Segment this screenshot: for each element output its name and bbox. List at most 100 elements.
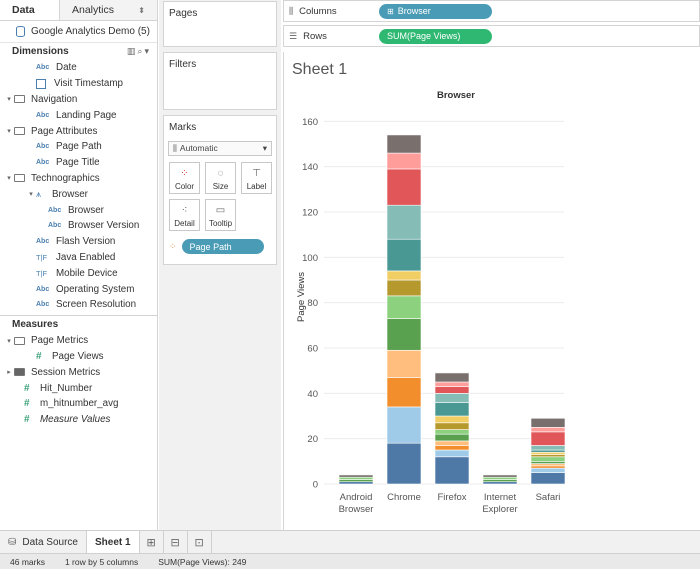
tooltip-button[interactable]: ▭ Tooltip — [205, 199, 236, 231]
folder-icon — [14, 368, 25, 377]
caret-down-icon[interactable]: ▾ — [4, 337, 14, 345]
field-label: Technographics — [31, 172, 100, 184]
view-canvas: Sheet 1 Browser 0 20 40 60 80 100 120 140 160 Page… — [283, 52, 700, 530]
bar-segment — [530, 445, 566, 451]
field-screen-resolution[interactable]: Abc Screen Resolution — [0, 297, 157, 313]
folder-icon — [14, 336, 25, 345]
color-icon: ⁘ — [180, 168, 189, 179]
dimensions-list: Abc Date Visit Timestamp ▾ Navigation Abc Land… — [0, 60, 157, 313]
dimensions-label: Dimensions — [12, 46, 69, 57]
field-page-title[interactable]: Abc Page Title — [0, 155, 157, 171]
field-measure-values[interactable]: # Measure Values — [0, 412, 157, 428]
tab-analytics[interactable]: Analytics ⬍ — [60, 0, 157, 20]
caret-right-icon[interactable]: ▸ — [4, 368, 14, 376]
bar-segment — [434, 415, 470, 424]
field-session-metrics[interactable]: ▸ Session Metrics — [0, 364, 157, 380]
rows-icon: ☰ — [289, 30, 298, 41]
field-m-hitnumber-avg[interactable]: # m_hitnumber_avg — [0, 396, 157, 412]
field-navigation[interactable]: ▾ Navigation — [0, 92, 157, 108]
tab-data[interactable]: Data — [0, 0, 60, 20]
field-page-attributes[interactable]: ▾ Page Attributes — [0, 123, 157, 139]
detail-label: Detail — [174, 219, 195, 228]
field-visit-timestamp[interactable]: Visit Timestamp — [0, 76, 157, 92]
abc-icon: Abc — [48, 206, 62, 214]
new-dashboard-icon[interactable]: ⊟ — [164, 531, 188, 553]
tooltip-label: Tooltip — [208, 219, 233, 228]
caret-down-icon[interactable]: ▾ — [4, 174, 14, 182]
field-label: Flash Version — [56, 236, 116, 248]
bar-segment — [530, 465, 566, 469]
chart-title: Browser — [437, 90, 475, 101]
color-button[interactable]: ⁘ Color — [169, 162, 200, 194]
number-icon: # — [24, 398, 30, 410]
marks-card: Marks ⫼ Automatic ▾ ⁘ Color ◌ Size ⊤ Label ⁖… — [163, 115, 277, 265]
detail-button[interactable]: ⁖ Detail — [169, 199, 200, 231]
caret-down-icon[interactable]: ▾ — [4, 95, 14, 103]
field-label: Landing Page — [56, 109, 117, 121]
bar-segment — [434, 393, 470, 403]
bar-segment — [386, 279, 422, 297]
page-views-pill[interactable]: SUM(Page Views) — [379, 28, 492, 44]
bar-segment — [338, 474, 374, 478]
view-toggle-icon[interactable]: ▥ — [127, 46, 138, 56]
columns-shelf[interactable]: ⫼ Columns ⊞ Browser — [283, 0, 700, 22]
field-label: Date — [56, 62, 77, 74]
abc-icon: Abc — [36, 143, 50, 151]
field-technographics[interactable]: ▾ Technographics — [0, 171, 157, 187]
folder-icon — [14, 95, 25, 104]
expand-arrows-icon[interactable]: ⬍ — [138, 6, 145, 15]
caret-down-icon[interactable]: ▾ — [26, 190, 36, 198]
bar-segment — [386, 406, 422, 444]
chevron-down-icon: ▾ — [262, 143, 267, 153]
field-browser[interactable]: Abc Browser — [0, 202, 157, 218]
data-source-tab[interactable]: ⛁ Data Source — [0, 531, 87, 553]
page-path-pill[interactable]: Page Path — [181, 239, 264, 254]
folder-icon — [14, 174, 25, 183]
rows-shelf[interactable]: ☰ Rows SUM(Page Views) — [283, 25, 700, 47]
datasource-item[interactable]: Google Analytics Demo (5) — [0, 21, 157, 43]
field-page-metrics[interactable]: ▾ Page Metrics — [0, 333, 157, 349]
sheet-tab[interactable]: Sheet 1 — [86, 531, 140, 553]
field-label: Page Metrics — [31, 335, 89, 347]
pane-tabs: Data Analytics ⬍ — [0, 0, 157, 21]
field-landing-page[interactable]: Abc Landing Page — [0, 107, 157, 123]
menu-caret-icon[interactable]: ▾ — [144, 46, 151, 56]
filters-shelf[interactable]: Filters — [163, 52, 277, 110]
status-sum: SUM(Page Views): 249 — [158, 556, 247, 567]
bar-segment — [386, 238, 422, 272]
tab-data-label: Data — [12, 4, 35, 16]
pages-shelf[interactable]: Pages — [163, 1, 277, 47]
bar-segment — [434, 433, 470, 442]
field-label: m_hitnumber_avg — [40, 398, 119, 410]
bar-segment — [434, 440, 470, 446]
field-hit-number[interactable]: # Hit_Number — [0, 380, 157, 396]
field-browser-version[interactable]: Abc Browser Version — [0, 218, 157, 234]
boolean-icon: T|F — [36, 252, 48, 262]
bar-segment — [386, 168, 422, 206]
caret-down-icon[interactable]: ▾ — [4, 127, 14, 135]
y-tick-label: 80 — [307, 298, 318, 309]
status-layout: 1 row by 5 columns — [64, 556, 139, 567]
size-label: Size — [212, 182, 229, 191]
field-browser[interactable]: ▾ ⩚ Browser — [0, 186, 157, 202]
new-worksheet-icon[interactable]: ⊞ — [140, 531, 164, 553]
abc-icon: Abc — [48, 222, 62, 230]
label-button[interactable]: ⊤ Label — [241, 162, 272, 194]
browser-pill[interactable]: ⊞ Browser — [379, 3, 492, 19]
new-story-icon[interactable]: ⊡ — [188, 531, 212, 553]
field-page-path[interactable]: Abc Page Path — [0, 139, 157, 155]
field-java-enabled[interactable]: T|F Java Enabled — [0, 250, 157, 266]
bar-segment — [434, 386, 470, 394]
bar-segment — [338, 476, 374, 480]
field-mobile-device[interactable]: T|F Mobile Device — [0, 265, 157, 281]
plus-box-icon: ⊞ — [387, 6, 394, 16]
size-button[interactable]: ◌ Size — [205, 162, 236, 194]
mark-type-dropdown[interactable]: ⫼ Automatic ▾ — [168, 141, 272, 156]
field-date[interactable]: Abc Date — [0, 60, 157, 76]
y-tick-label: 120 — [302, 208, 318, 219]
field-flash-version[interactable]: Abc Flash Version — [0, 234, 157, 250]
field-operating-system[interactable]: Abc Operating System — [0, 281, 157, 297]
y-tick-label: 60 — [307, 344, 318, 355]
field-page-views[interactable]: # Page Views — [0, 349, 157, 365]
label-icon: ⊤ — [252, 168, 261, 179]
